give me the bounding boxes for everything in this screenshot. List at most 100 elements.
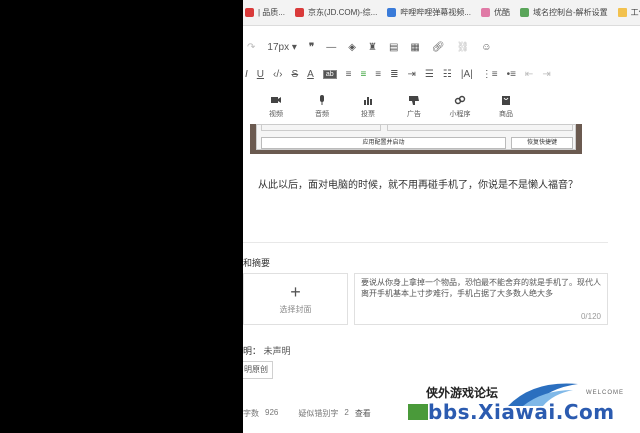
outdent-icon[interactable]: ⇤ xyxy=(525,69,533,80)
bookmark-label: 工作常用 xyxy=(630,8,640,17)
align-center-icon[interactable]: ≡ xyxy=(360,69,366,80)
bookmark-item[interactable]: 优酷 xyxy=(480,7,510,18)
shopping-bag-icon xyxy=(502,96,510,105)
insert-mini-program-button[interactable]: 小程序 xyxy=(447,94,473,124)
insert-ad-button[interactable]: 广告 xyxy=(401,94,427,124)
strikethrough-icon[interactable]: S xyxy=(291,69,298,80)
insert-label: 投票 xyxy=(361,111,375,118)
bar-chart-icon xyxy=(364,97,372,105)
watermark-domain: bbs.Xiawai.Com xyxy=(428,400,615,424)
bookmark-label: | 品质... xyxy=(258,8,285,17)
bookmark-item[interactable]: 京东(JD.COM)-综... xyxy=(294,7,378,18)
letter-spacing-icon[interactable]: |A| xyxy=(461,69,473,80)
choose-cover-button[interactable]: + 选择封面 xyxy=(243,273,348,325)
editor-toolbar-row-1: ↷ 17px ▾ ❞ — ◈ ♜ ▤ ▦ 🔗︎ ⛓ ☺ xyxy=(243,36,640,58)
bookmark-item[interactable]: | 品质... xyxy=(245,7,285,18)
insert-label: 商品 xyxy=(499,111,513,118)
paragraph-spacing-icon[interactable]: ☷ xyxy=(443,69,452,80)
domain-console-icon xyxy=(519,8,529,17)
insert-video-button[interactable]: 视频 xyxy=(263,94,289,124)
insert-label: 小程序 xyxy=(449,111,471,118)
declare-original-button[interactable]: 明原创 xyxy=(243,361,273,379)
font-color-icon[interactable]: A xyxy=(307,69,314,80)
declaration-value[interactable]: 未声明 xyxy=(264,346,291,356)
italic-icon[interactable]: I xyxy=(245,69,248,80)
summary-text: 要说从你身上拿掉一个物品，恐怕最不能舍弃的就是手机了。现代人离开手机基本上寸步难… xyxy=(361,278,601,298)
watermark-welcome: WELCOME xyxy=(586,390,625,396)
embedded-dialog: 应用配置并启动 恢复快捷键 xyxy=(256,124,576,150)
watermark-logo: 侠外游戏论坛 WELCOME bbs.Xiawai.Com xyxy=(408,378,640,433)
link-icon[interactable]: 🔗︎ xyxy=(432,42,445,53)
insert-audio-button[interactable]: 音频 xyxy=(309,94,335,124)
insert-vote-button[interactable]: 投票 xyxy=(355,94,381,124)
more-icon[interactable]: ⇥ xyxy=(542,69,550,80)
unlink-icon[interactable]: ⛓ xyxy=(457,42,470,53)
unordered-list-icon[interactable]: •≡ xyxy=(507,69,516,80)
summary-textarea[interactable]: 要说从你身上拿掉一个物品，恐怕最不能舍弃的就是手机了。现代人离开手机基本上寸步难… xyxy=(354,273,608,325)
embedded-field xyxy=(387,125,573,131)
embedded-apply-button: 应用配置并启动 xyxy=(261,137,506,149)
bookmark-item[interactable]: 域名控制台-解析设置 xyxy=(519,7,608,18)
choose-cover-label: 选择封面 xyxy=(279,304,312,314)
bookmark-label: 哔哩哔哩弹幕视频... xyxy=(400,8,471,17)
mini-program-icon xyxy=(454,95,466,105)
video-icon xyxy=(271,97,281,103)
code-icon[interactable]: ‹/› xyxy=(273,69,282,80)
youku-icon xyxy=(480,8,490,17)
insert-label: 广告 xyxy=(407,111,421,118)
horizontal-rule-icon[interactable]: — xyxy=(326,42,336,53)
clear-format-icon[interactable]: ◈ xyxy=(348,42,356,53)
emoji-icon[interactable]: ☺ xyxy=(481,42,491,53)
watermark-block xyxy=(408,404,428,420)
jd-icon xyxy=(294,8,304,17)
background-color-icon[interactable]: ab xyxy=(322,69,337,79)
quote-icon[interactable]: ❞ xyxy=(309,42,314,53)
bookmark-label: 域名控制台-解析设置 xyxy=(532,8,608,17)
bilibili-icon xyxy=(387,8,397,17)
bookmark-folder[interactable]: 工作常用 xyxy=(617,7,640,18)
font-size-value: 17px xyxy=(267,41,290,53)
document-icon[interactable]: ▤ xyxy=(389,42,398,53)
typo-count: 2 xyxy=(344,408,349,417)
embedded-restore-button: 恢复快捷键 xyxy=(511,137,573,149)
editor-toolbar-row-2: I U ‹/› S A ab ≡ ≡ ≡ ≣ ⇥ ☰ ☷ |A| ⋮≡ •≡ ⇤… xyxy=(243,64,640,84)
embedded-image[interactable]: 应用配置并启动 恢复快捷键 xyxy=(250,124,582,154)
insert-label: 音频 xyxy=(315,111,329,118)
bookmark-label: 优酷 xyxy=(493,8,510,17)
folder-icon xyxy=(617,8,627,17)
black-overlay xyxy=(0,0,243,433)
declaration-label: 明： xyxy=(243,346,262,356)
article-paragraph[interactable]: 从此以后，面对电脑的时候，就不用再碰手机了，你说是不是懒人福音？ xyxy=(258,176,578,191)
summary-char-count: 0/120 xyxy=(580,312,601,321)
insert-label: 视频 xyxy=(269,111,283,118)
underline-icon[interactable]: U xyxy=(257,69,264,80)
bookmark-item[interactable]: 哔哩哔哩弹幕视频... xyxy=(387,7,471,18)
insert-product-button[interactable]: 商品 xyxy=(493,94,519,124)
footer-stats: 字数 926 疑似错别字 2 查看 xyxy=(243,408,371,419)
site-icon xyxy=(245,8,254,17)
word-count-value: 926 xyxy=(265,408,279,417)
embedded-field xyxy=(261,125,381,131)
watermark-title: 侠外游戏论坛 xyxy=(426,386,499,400)
redo-icon[interactable]: ↷ xyxy=(247,42,255,53)
ordered-list-icon[interactable]: ⋮≡ xyxy=(482,69,498,80)
insert-toolbar: 视频 音频 投票 广告 小程序 商品 xyxy=(243,94,640,124)
section-divider xyxy=(243,242,608,243)
align-left-icon[interactable]: ≡ xyxy=(346,69,352,80)
template-icon[interactable]: ▦ xyxy=(410,42,419,53)
font-size-select[interactable]: 17px ▾ xyxy=(267,42,297,53)
cover-summary-heading: 和摘要 xyxy=(243,258,271,268)
align-right-icon[interactable]: ≡ xyxy=(375,69,381,80)
indent-icon[interactable]: ⇥ xyxy=(408,69,416,80)
view-typos-link[interactable]: 查看 xyxy=(355,408,371,419)
plus-icon: + xyxy=(290,281,301,302)
bookmark-label: 京东(JD.COM)-综... xyxy=(307,8,378,17)
typo-label: 疑似错别字 xyxy=(298,409,339,418)
thumbs-down-icon xyxy=(409,96,419,105)
line-spacing-icon[interactable]: ☰ xyxy=(425,69,434,80)
declaration-row: 明： 未声明 xyxy=(243,344,291,357)
justify-icon[interactable]: ≣ xyxy=(390,69,398,80)
word-count-label: 字数 xyxy=(243,409,259,418)
microphone-icon xyxy=(320,95,324,105)
format-painter-icon[interactable]: ♜ xyxy=(368,42,377,53)
